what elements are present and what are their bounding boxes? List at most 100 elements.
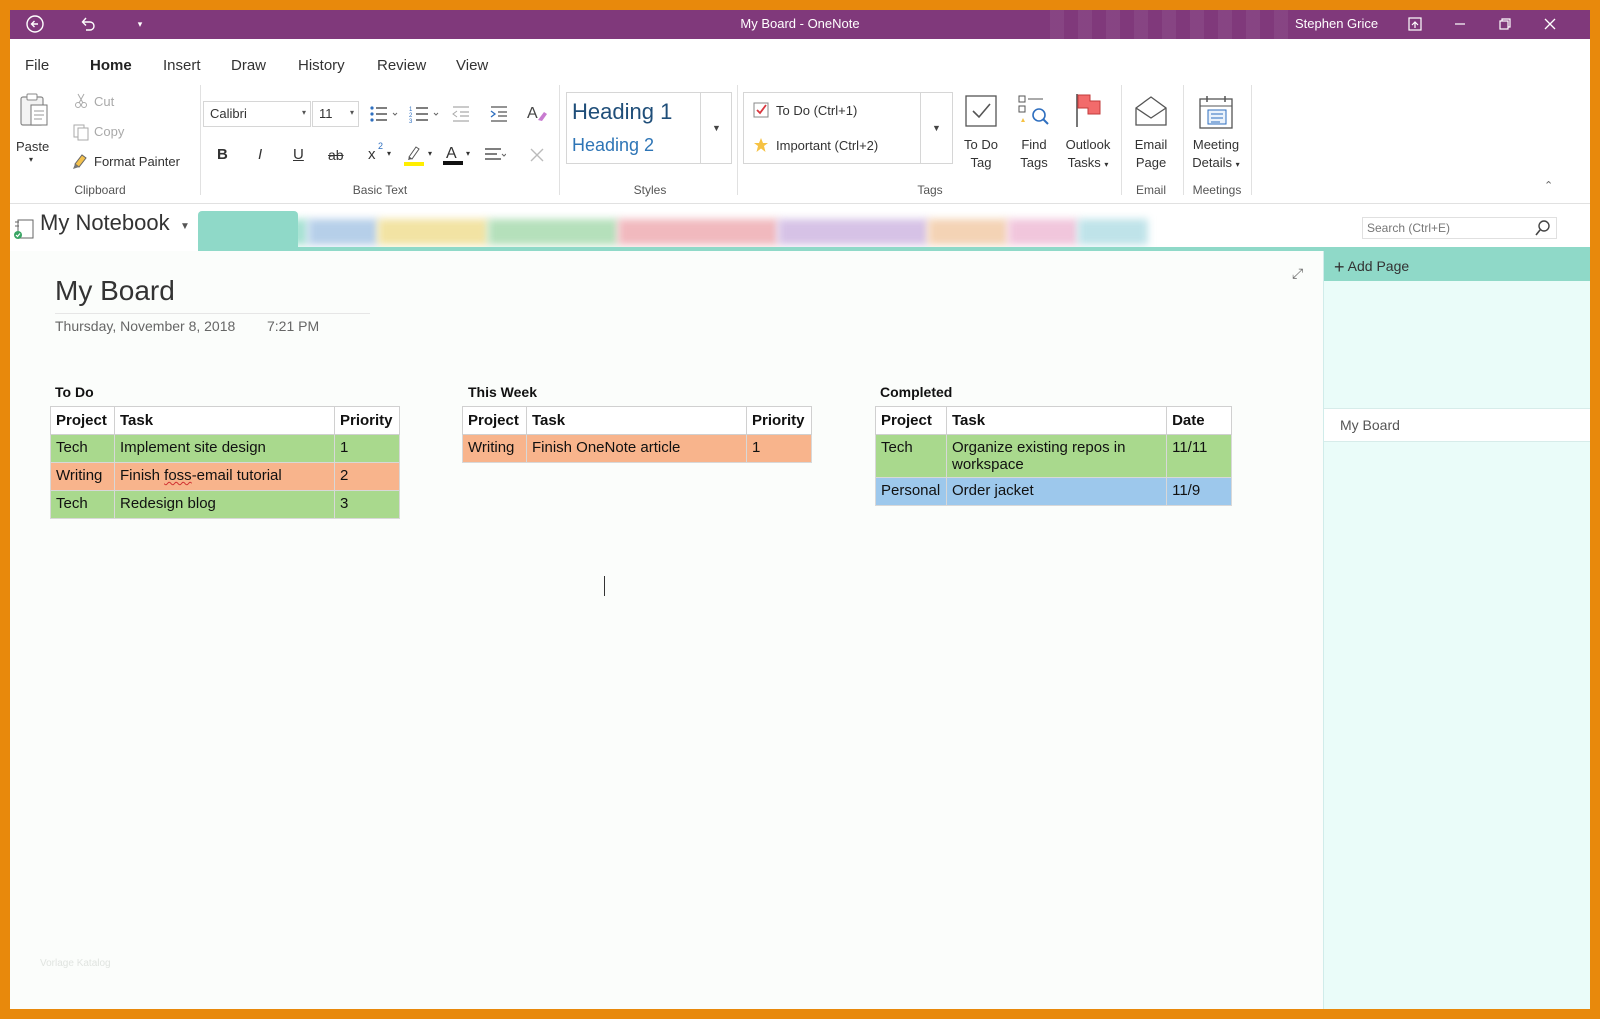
format-painter-button[interactable]: Format Painter: [94, 154, 180, 169]
project-cell[interactable]: Writing: [50, 462, 115, 491]
task-cell[interactable]: Redesign blog: [113, 490, 336, 519]
project-cell[interactable]: Personal: [875, 477, 947, 506]
section-tab[interactable]: [928, 219, 1008, 245]
project-cell[interactable]: Tech: [875, 434, 947, 478]
underline-button[interactable]: U: [293, 146, 304, 163]
completed-table[interactable]: Project Task Date Tech Organize existing…: [875, 406, 1232, 506]
todo-table[interactable]: Project Task Priority Tech Implement sit…: [50, 406, 400, 519]
section-tab[interactable]: [1008, 219, 1078, 245]
tab-home[interactable]: Home: [90, 57, 132, 74]
numbering-icon[interactable]: 123: [408, 103, 442, 125]
date-cell[interactable]: 11/11: [1166, 434, 1232, 478]
tab-file[interactable]: File: [25, 57, 49, 74]
todo-tag-button[interactable]: To Do Tag: [955, 136, 1007, 172]
add-page-button[interactable]: + Add Page: [1324, 251, 1590, 281]
section-tab[interactable]: [488, 219, 618, 245]
task-cell[interactable]: Order jacket: [945, 477, 1168, 506]
completed-heading[interactable]: Completed: [880, 384, 952, 400]
bullets-icon[interactable]: [368, 103, 400, 125]
priority-cell[interactable]: 2: [334, 462, 400, 491]
restore-icon[interactable]: [1490, 13, 1520, 35]
find-tags-icon[interactable]: [1016, 93, 1052, 129]
task-cell[interactable]: Implement site design: [113, 434, 336, 463]
search-icon[interactable]: [1532, 217, 1554, 239]
active-section-tab[interactable]: [198, 211, 298, 247]
table-row[interactable]: Tech Implement site design 1: [50, 434, 400, 463]
strikethrough-button[interactable]: ab: [328, 147, 344, 163]
highlight-icon[interactable]: [403, 143, 425, 167]
font-family-select[interactable]: Calibri ▾: [203, 101, 311, 127]
section-tab[interactable]: [1078, 219, 1148, 245]
table-row[interactable]: Writing Finish OneNote article 1: [462, 434, 812, 463]
section-tab[interactable]: [308, 219, 378, 245]
outdent-icon[interactable]: [450, 103, 472, 125]
paste-icon[interactable]: [18, 91, 52, 131]
table-row[interactable]: Tech Organize existing repos in workspac…: [875, 434, 1232, 478]
italic-button[interactable]: I: [258, 146, 262, 163]
outlook-tasks-button[interactable]: Outlook Tasks ▾: [1060, 136, 1116, 174]
meeting-details-button[interactable]: Meeting Details ▾: [1184, 136, 1248, 174]
priority-cell[interactable]: 1: [334, 434, 400, 463]
fullscreen-icon[interactable]: [1400, 13, 1430, 35]
copy-button[interactable]: Copy: [94, 124, 124, 139]
tab-insert[interactable]: Insert: [163, 57, 201, 74]
project-cell[interactable]: Writing: [462, 434, 527, 463]
chevron-down-icon[interactable]: ▾: [428, 149, 432, 158]
clear-formatting-icon[interactable]: A: [525, 101, 549, 125]
todo-heading[interactable]: To Do: [55, 384, 94, 400]
indent-icon[interactable]: [488, 103, 510, 125]
section-tab[interactable]: [778, 219, 928, 245]
font-size-select[interactable]: 11 ▾: [312, 101, 359, 127]
email-page-button[interactable]: Email Page: [1126, 136, 1176, 172]
find-tags-button[interactable]: Find Tags: [1010, 136, 1058, 172]
page-canvas[interactable]: ⤢ My Board Thursday, November 8, 2018 7:…: [10, 251, 1323, 1009]
tab-view[interactable]: View: [456, 57, 488, 74]
tags-more-dropdown[interactable]: ▼: [921, 92, 953, 164]
date-cell[interactable]: 11/9: [1166, 477, 1232, 506]
style-heading-1[interactable]: Heading 1: [572, 99, 672, 125]
style-heading-2[interactable]: Heading 2: [572, 135, 654, 156]
search-input[interactable]: Search (Ctrl+E): [1362, 217, 1557, 239]
collapse-ribbon-icon[interactable]: ⌃: [1544, 179, 1553, 192]
meeting-details-icon[interactable]: [1197, 93, 1235, 131]
tags-gallery[interactable]: To Do (Ctrl+1) Important (Ctrl+2): [743, 92, 921, 164]
this-week-table[interactable]: Project Task Priority Writing Finish One…: [462, 406, 812, 463]
section-tabs[interactable]: [198, 211, 1158, 247]
notebook-icon[interactable]: [12, 217, 36, 241]
user-name[interactable]: Stephen Grice: [1295, 16, 1378, 31]
table-row[interactable]: Writing Finish foss-email tutorial 2: [50, 462, 400, 491]
chevron-down-icon[interactable]: ▾: [387, 149, 391, 158]
todo-tag-icon[interactable]: [963, 93, 999, 129]
task-cell[interactable]: Finish OneNote article: [525, 434, 748, 463]
styles-more-dropdown[interactable]: ▼: [700, 92, 732, 164]
bold-button[interactable]: B: [217, 146, 228, 163]
project-cell[interactable]: Tech: [50, 434, 115, 463]
expand-icon[interactable]: ⤢: [1292, 265, 1303, 282]
section-tab[interactable]: [378, 219, 488, 245]
notebook-name[interactable]: My Notebook: [40, 210, 170, 236]
important-tag-item[interactable]: Important (Ctrl+2): [776, 138, 878, 153]
section-tab[interactable]: [618, 219, 778, 245]
priority-cell[interactable]: 1: [746, 434, 812, 463]
outlook-flag-icon[interactable]: [1071, 91, 1105, 129]
task-cell[interactable]: Organize existing repos in workspace: [945, 434, 1168, 478]
table-row[interactable]: Personal Order jacket 11/9: [875, 477, 1232, 506]
priority-cell[interactable]: 3: [334, 490, 400, 519]
tab-review[interactable]: Review: [377, 57, 426, 74]
email-page-icon[interactable]: [1132, 93, 1170, 129]
tab-draw[interactable]: Draw: [231, 57, 266, 74]
align-icon[interactable]: [483, 145, 507, 165]
project-cell[interactable]: Tech: [50, 490, 115, 519]
delete-icon[interactable]: [528, 146, 546, 164]
cut-button[interactable]: Cut: [94, 94, 114, 109]
paste-dropdown-icon[interactable]: ▾: [29, 155, 33, 164]
page-title[interactable]: My Board: [55, 275, 175, 307]
paste-button[interactable]: Paste: [16, 139, 49, 154]
chevron-down-icon[interactable]: ▼: [180, 221, 190, 232]
close-icon[interactable]: [1535, 13, 1565, 35]
todo-tag-item[interactable]: To Do (Ctrl+1): [776, 103, 857, 118]
tab-history[interactable]: History: [298, 57, 345, 74]
this-week-heading[interactable]: This Week: [468, 384, 537, 400]
chevron-down-icon[interactable]: ▾: [466, 149, 470, 158]
page-list-item[interactable]: My Board: [1324, 408, 1590, 442]
